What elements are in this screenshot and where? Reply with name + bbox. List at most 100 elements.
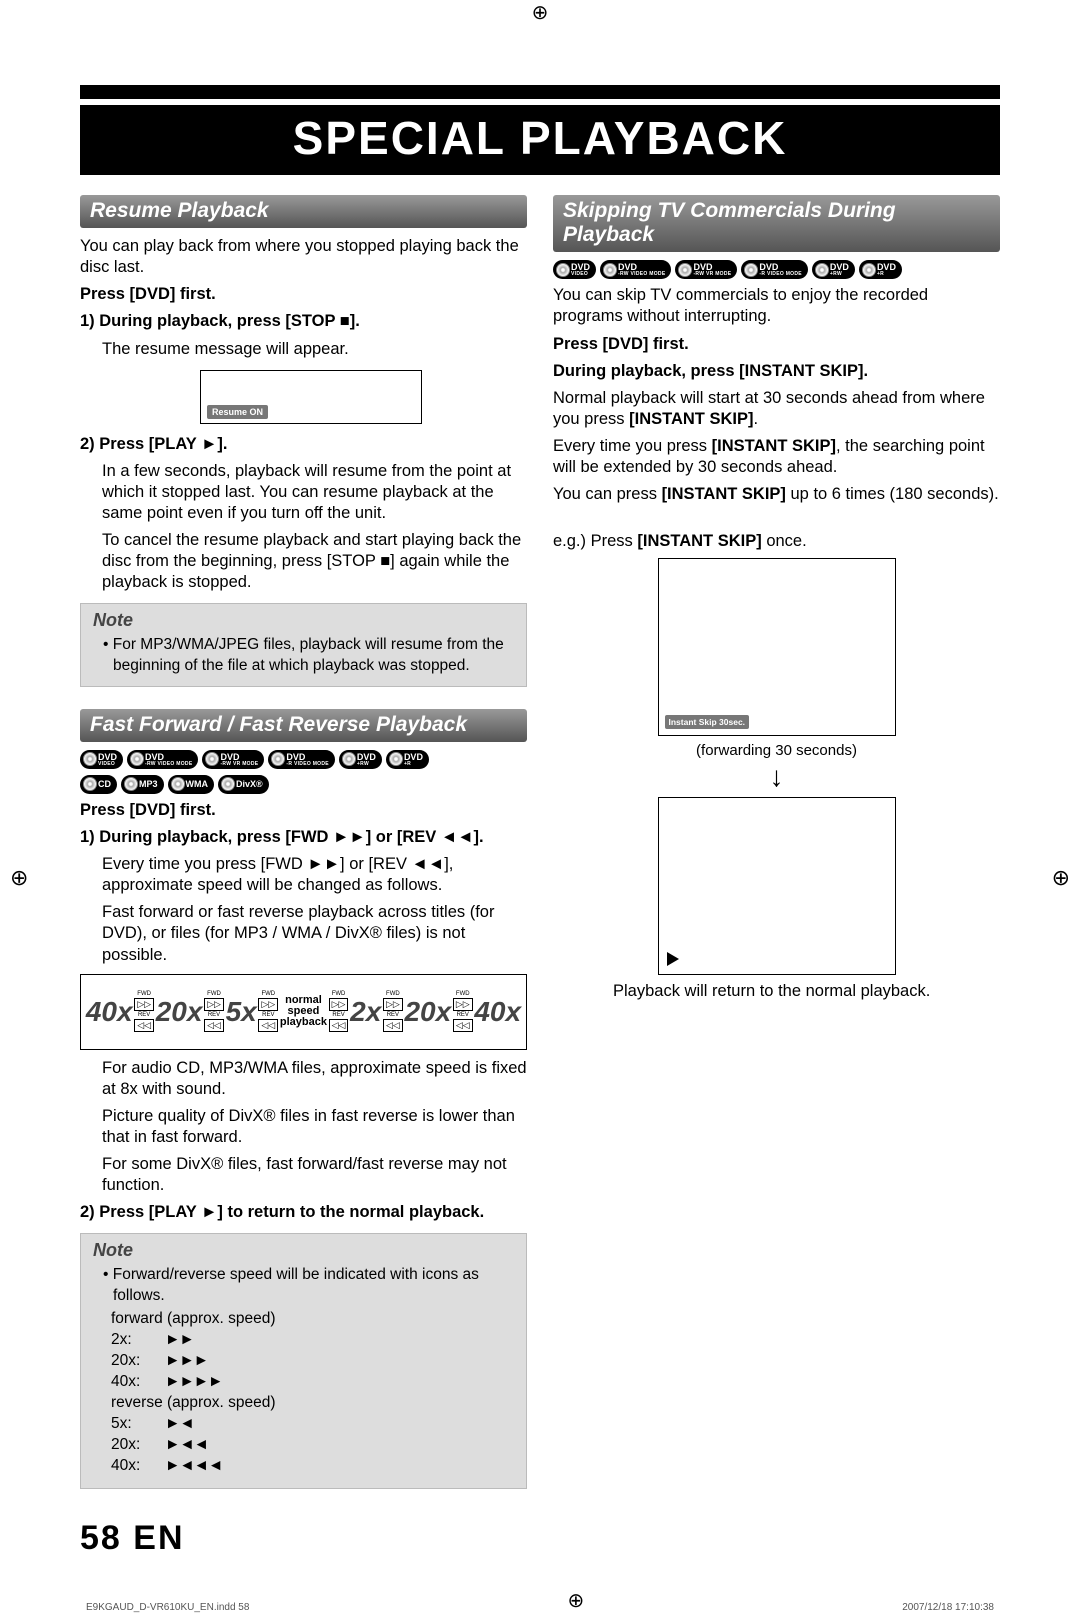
banner-top-bar <box>80 85 1000 99</box>
rev-row: 20x:►◄◄ <box>111 1436 514 1454</box>
fwd-2x-icon: ►► <box>165 1331 194 1349</box>
speed-40x: 40x <box>86 996 133 1028</box>
speed-5x: 5x <box>226 996 257 1028</box>
skip-outro: Playback will return to the normal playb… <box>613 981 1000 1002</box>
speed-diagram: 40x FWD▷▷REV◁◁ 20x FWD▷▷REV◁◁ 5x FWD▷▷RE… <box>80 974 527 1050</box>
disc-badge: CD <box>80 775 117 794</box>
note-box-2: Note Forward/reverse speed will be indic… <box>80 1233 527 1488</box>
speed-2x: 2x <box>350 996 381 1028</box>
disc-badge: WMA <box>168 775 215 794</box>
press-dvd-first-r: Press [DVD] first. <box>553 334 1000 355</box>
page-number: 58 EN <box>80 1519 1000 1558</box>
section-fast-forward: Fast Forward / Fast Reverse Playback <box>80 709 527 742</box>
down-arrow-icon: ↓ <box>553 763 1000 791</box>
switch-icon: FWD▷▷REV◁◁ <box>204 991 224 1032</box>
disc-badge: DVD+RW <box>339 750 382 769</box>
disc-badge: DVD-R VIDEO MODE <box>268 750 335 769</box>
speed-40x-b: 40x <box>474 996 521 1028</box>
rev-label: reverse (approx. speed) <box>111 1394 514 1412</box>
disc-badge: DVD+R <box>386 750 429 769</box>
step-2: 2) Press [PLAY ►]. <box>80 434 527 455</box>
eg-label: e.g.) Press [INSTANT SKIP] once. <box>553 531 1000 552</box>
skip-body-3: You can press [INSTANT SKIP] up to 6 tim… <box>553 484 1000 505</box>
play-icon <box>667 952 679 966</box>
disc-badge: DVD+RW <box>812 260 855 279</box>
after-3: For some DivX® files, fast forward/fast … <box>102 1154 527 1196</box>
registration-mark-bottom: ⊕ <box>567 1588 584 1613</box>
disc-badge: DVD+R <box>859 260 902 279</box>
page: ⊕ ⊕ SPECIAL PLAYBACK Resume Playback You… <box>80 85 1000 1613</box>
forwarding-30: (forwarding 30 seconds) <box>553 742 1000 759</box>
step-b1-body2: Fast forward or fast reverse playback ac… <box>102 902 527 965</box>
registration-mark-left: ⊕ <box>10 865 28 891</box>
rev-40x-icon: ►◄◄◄ <box>165 1457 222 1475</box>
switch-icon: FWD▷▷REV◁◁ <box>258 991 278 1032</box>
screen-box-1: Instant Skip 30sec. <box>658 558 896 736</box>
right-column: Skipping TV Commercials During Playback … <box>553 195 1000 1489</box>
resume-on-label: Resume ON <box>207 405 268 419</box>
disc-badge: DVD-RW VR MODE <box>675 260 737 279</box>
press-dvd-first-2: Press [DVD] first. <box>80 800 527 821</box>
fwd-row: 40x:►►►► <box>111 1373 514 1391</box>
fwd-20x-icon: ►►► <box>165 1352 208 1370</box>
disc-badge: DVD-RW VIDEO MODE <box>600 260 671 279</box>
section-resume-playback: Resume Playback <box>80 195 527 228</box>
fwd-row: 2x:►► <box>111 1331 514 1349</box>
switch-icon: FWD▷▷REV◁◁ <box>134 991 154 1032</box>
step-2-body-1: In a few seconds, playback will resume f… <box>102 461 527 524</box>
rev-5x-icon: ►◄ <box>165 1415 194 1433</box>
skip-body-2: Every time you press [INSTANT SKIP], the… <box>553 436 1000 478</box>
disc-row-1: DVDVIDEO DVD-RW VIDEO MODE DVD-RW VR MOD… <box>80 750 527 769</box>
fwd-label: forward (approx. speed) <box>111 1310 514 1328</box>
disc-badge: DVD-R VIDEO MODE <box>741 260 808 279</box>
resume-intro: You can play back from where you stopped… <box>80 236 527 278</box>
skip-body-1: Normal playback will start at 30 seconds… <box>553 388 1000 430</box>
after-2: Picture quality of DivX® files in fast r… <box>102 1106 527 1148</box>
disc-badge: DVDVIDEO <box>553 260 596 279</box>
step-b2: 2) Press [PLAY ►] to return to the norma… <box>80 1202 527 1223</box>
switch-icon: FWD▷▷REV◁◁ <box>453 991 473 1032</box>
fwd-row: 20x:►►► <box>111 1352 514 1370</box>
note2-intro: Forward/reverse speed will be indicated … <box>103 1265 514 1305</box>
note-item: For MP3/WMA/JPEG files, playback will re… <box>103 635 514 675</box>
speed-20x: 20x <box>156 996 203 1028</box>
footer-left: E9KGAUD_D-VR610KU_EN.indd 58 <box>86 1602 249 1613</box>
switch-icon: FWD▷▷REV◁◁ <box>383 991 403 1032</box>
section-skip-commercials: Skipping TV Commercials During Playback <box>553 195 1000 252</box>
rev-row: 40x:►◄◄◄ <box>111 1457 514 1475</box>
skip-intro: You can skip TV commercials to enjoy the… <box>553 285 1000 327</box>
disc-badge: MP3 <box>121 775 164 794</box>
step-b1: 1) During playback, press [FWD ►►] or [R… <box>80 827 527 848</box>
registration-mark-top: ⊕ <box>0 0 1080 25</box>
speed-normal: normalspeedplayback <box>280 995 327 1028</box>
note-title-2: Note <box>93 1240 514 1261</box>
rev-row: 5x:►◄ <box>111 1415 514 1433</box>
registration-mark-right: ⊕ <box>1052 865 1070 891</box>
fwd-40x-icon: ►►►► <box>165 1373 222 1391</box>
press-dvd-first: Press [DVD] first. <box>80 284 527 305</box>
disc-row-right: DVDVIDEO DVD-RW VIDEO MODE DVD-RW VR MOD… <box>553 260 1000 279</box>
disc-badge: DivX® <box>218 775 269 794</box>
step-1-body: The resume message will appear. <box>102 339 527 360</box>
note-title: Note <box>93 610 514 631</box>
step-instant-skip: During playback, press [INSTANT SKIP]. <box>553 361 1000 382</box>
resume-message-box: Resume ON <box>200 370 422 424</box>
footer: E9KGAUD_D-VR610KU_EN.indd 58 ⊕ 2007/12/1… <box>80 1588 1000 1613</box>
step-2-body-2: To cancel the resume playback and start … <box>102 530 527 593</box>
step-b1-body1: Every time you press [FWD ►►] or [REV ◄◄… <box>102 854 527 896</box>
disc-badge: DVD-RW VR MODE <box>202 750 264 769</box>
step-1: 1) During playback, press [STOP ■]. <box>80 311 527 332</box>
disc-row-2: CD MP3 WMA DivX® <box>80 775 527 794</box>
disc-badge: DVDVIDEO <box>80 750 123 769</box>
speed-20x-b: 20x <box>404 996 451 1028</box>
left-column: Resume Playback You can play back from w… <box>80 195 527 1489</box>
disc-badge: DVD-RW VIDEO MODE <box>127 750 198 769</box>
footer-right: 2007/12/18 17:10:38 <box>902 1602 994 1613</box>
after-1: For audio CD, MP3/WMA files, approximate… <box>102 1058 527 1100</box>
screen-box-2 <box>658 797 896 975</box>
page-title: SPECIAL PLAYBACK <box>80 105 1000 175</box>
switch-icon: FWD▷▷REV◁◁ <box>329 991 349 1032</box>
rev-20x-icon: ►◄◄ <box>165 1436 208 1454</box>
note-box-1: Note For MP3/WMA/JPEG files, playback wi… <box>80 603 527 686</box>
instant-skip-label: Instant Skip 30sec. <box>665 715 750 729</box>
